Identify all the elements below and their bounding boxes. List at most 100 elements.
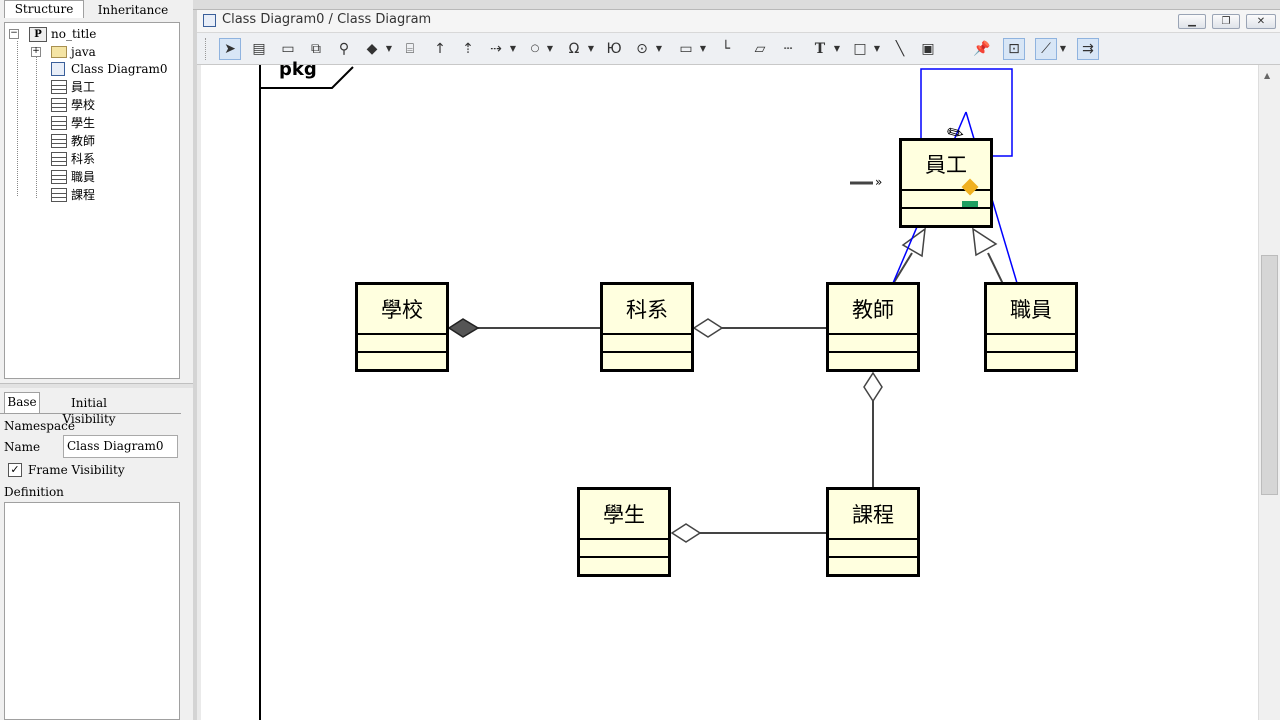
diagram-connectors <box>259 65 1032 720</box>
frame-visibility-label: Frame Visibility <box>28 463 125 477</box>
tree-label-class: 教師 <box>71 134 96 148</box>
diagram-toolbar: ➤ ▤ ▭ ⧉ ⚲ ◆ ▼ ⌸ ↑ ⇡ ⇢ ▼ ○ ▼ Ω ▼ Ю ⊙ ▼ ▭ … <box>197 33 1280 65</box>
pin-icon[interactable]: 📌 <box>971 38 993 60</box>
association-icon[interactable]: ◆ <box>361 38 383 60</box>
lollipop-dropdown-icon[interactable]: ▼ <box>587 38 595 60</box>
rectangle-dropdown-icon[interactable]: ▼ <box>873 38 881 60</box>
class-name: 員工 <box>925 153 967 177</box>
port-dropdown-icon[interactable]: ▼ <box>655 38 663 60</box>
model-tree[interactable]: − P no_title + java Class Diagram0 員工 學校… <box>4 22 180 379</box>
vertical-scrollbar[interactable]: ▲ <box>1258 65 1280 720</box>
frame-visibility-checkbox[interactable]: ✓ <box>8 463 22 477</box>
line-style-icon[interactable]: ⟋ <box>1035 38 1057 60</box>
class-employee[interactable]: 員工 <box>899 138 993 228</box>
package-icon[interactable]: ▭ <box>277 38 299 60</box>
select-icon[interactable]: ➤ <box>219 38 241 60</box>
class-name: 教師 <box>852 298 894 322</box>
aggregation-diamond <box>670 523 702 543</box>
tab-base[interactable]: Base <box>4 392 40 413</box>
class-icon <box>51 152 67 166</box>
class-course[interactable]: 課程 <box>826 487 920 577</box>
diagram-icon <box>203 14 216 27</box>
restore-button[interactable]: ❐ <box>1212 14 1240 29</box>
class-name: 課程 <box>852 503 894 527</box>
class-icon[interactable]: ▤ <box>248 38 270 60</box>
window-title: Class Diagram0 / Class Diagram <box>222 12 432 27</box>
usage-dropdown-icon[interactable]: ▼ <box>546 38 554 60</box>
dependency-icon[interactable]: ⇢ <box>485 38 507 60</box>
aggregation-diamond <box>863 371 883 403</box>
close-button[interactable]: ✕ <box>1246 14 1276 29</box>
folder-icon <box>51 46 67 58</box>
realization-icon[interactable]: ⇡ <box>457 38 479 60</box>
definition-label: Definition <box>4 485 64 499</box>
tree-label-class: 學生 <box>71 116 96 130</box>
class-icon <box>51 170 67 184</box>
image-icon[interactable]: ▣ <box>917 38 939 60</box>
anchor-icon[interactable]: └ <box>715 38 737 60</box>
panel-splitter[interactable] <box>0 383 193 388</box>
class-icon <box>51 134 67 148</box>
composition-icon[interactable]: ⌸ <box>399 38 421 60</box>
class-icon <box>51 188 67 202</box>
minimize-button[interactable]: ▁ <box>1178 14 1206 29</box>
diagram-titlebar: Class Diagram0 / Class Diagram <box>197 10 1280 33</box>
interface-icon[interactable]: ⚲ <box>333 38 355 60</box>
diagram-icon <box>51 62 65 76</box>
class-icon <box>51 80 67 94</box>
expand-icon[interactable]: + <box>31 47 41 57</box>
operation-add-icon[interactable] <box>962 201 978 207</box>
rectangle-icon[interactable]: □ <box>849 38 871 60</box>
port-icon[interactable]: ⊙ <box>631 38 653 60</box>
generalization-line <box>892 252 913 285</box>
socket-icon[interactable]: Ю <box>603 38 625 60</box>
frame-icon[interactable]: ▱ <box>749 38 771 60</box>
definition-textarea[interactable] <box>4 502 180 720</box>
snap-icon[interactable]: ⊡ <box>1003 38 1025 60</box>
class-student[interactable]: 學生 <box>577 487 671 577</box>
tree-label-class: 學校 <box>71 98 96 112</box>
dependency-dropdown-icon[interactable]: ▼ <box>509 38 517 60</box>
diagram-canvas[interactable]: pkg 員工 學校 科系 教師 職員 學生 課程 » ✎ <box>201 59 1258 720</box>
separator-line-icon[interactable]: ┄ <box>777 38 799 60</box>
line-icon[interactable]: ╲ <box>889 38 911 60</box>
structure-panel: Structure Inheritance − P no_title + jav… <box>0 0 193 720</box>
class-staff[interactable]: 職員 <box>984 282 1078 372</box>
move-handle-icon[interactable]: » <box>875 175 882 189</box>
tab-initial-visibility[interactable]: Initial Visibility <box>44 395 134 426</box>
class-name: 學生 <box>603 503 645 527</box>
text-dropdown-icon[interactable]: ▼ <box>833 38 841 60</box>
scroll-thumb[interactable] <box>1261 255 1278 495</box>
align-icon[interactable]: ⇉ <box>1077 38 1099 60</box>
tree-label-class: 職員 <box>71 170 96 184</box>
interface-lollipop-icon[interactable]: Ω <box>563 38 585 60</box>
note-icon[interactable]: ▭ <box>675 38 697 60</box>
generalization-line <box>987 252 1004 285</box>
class-icon <box>51 98 67 112</box>
scroll-up-icon[interactable]: ▲ <box>1264 71 1270 80</box>
class-name: 職員 <box>1010 298 1052 322</box>
text-icon[interactable]: T <box>809 38 831 60</box>
subsystem-icon[interactable]: ⧉ <box>305 38 327 60</box>
composition-diamond <box>447 318 480 338</box>
tree-label-java: java <box>71 45 96 59</box>
class-department[interactable]: 科系 <box>600 282 694 372</box>
tab-inheritance[interactable]: Inheritance <box>90 2 176 20</box>
frame-label: pkg <box>279 59 317 80</box>
name-field[interactable]: Class Diagram0 <box>63 435 178 458</box>
tree-label-class: 科系 <box>71 152 96 166</box>
association-dropdown-icon[interactable]: ▼ <box>385 38 393 60</box>
tree-label-diagram: Class Diagram0 <box>71 62 168 76</box>
class-name: 科系 <box>626 298 668 322</box>
note-dropdown-icon[interactable]: ▼ <box>699 38 707 60</box>
collapse-icon[interactable]: − <box>9 29 19 39</box>
class-teacher[interactable]: 教師 <box>826 282 920 372</box>
namespace-label: Namespace <box>4 419 75 433</box>
line-style-dropdown-icon[interactable]: ▼ <box>1059 38 1067 60</box>
tree-label-class: 員工 <box>71 80 96 94</box>
tab-structure[interactable]: Structure <box>4 0 84 18</box>
class-school[interactable]: 學校 <box>355 282 449 372</box>
usage-icon[interactable]: ○ <box>524 38 546 60</box>
generalization-icon[interactable]: ↑ <box>429 38 451 60</box>
class-name: 學校 <box>381 298 423 322</box>
